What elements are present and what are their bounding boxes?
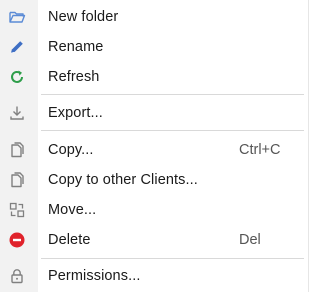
menu-separator <box>41 130 304 131</box>
menu-item-refresh[interactable]: Refresh <box>0 63 308 91</box>
menu-item-label: Export... <box>48 105 103 121</box>
menu-item-label: Refresh <box>48 69 100 85</box>
shortcut-label: Ctrl+C <box>239 142 281 158</box>
menu-item-permissions[interactable]: Permissions... <box>0 262 308 290</box>
pencil-icon <box>8 38 26 56</box>
menu-item-rename[interactable]: Rename <box>0 33 308 61</box>
download-icon <box>8 104 26 122</box>
menu-item-label: New folder <box>48 9 119 25</box>
menu-item-delete[interactable]: Delete Del <box>0 226 308 254</box>
shortcut-label: Del <box>239 232 261 248</box>
folder-open-icon <box>8 8 26 26</box>
menu-item-new-folder[interactable]: New folder <box>0 3 308 31</box>
menu-separator <box>41 258 304 259</box>
delete-icon <box>8 231 26 249</box>
menu-separator <box>41 94 304 95</box>
menu-item-export[interactable]: Export... <box>0 99 308 127</box>
menu-item-copy[interactable]: Copy... Ctrl+C <box>0 136 308 164</box>
menu-item-label: Move... <box>48 202 97 218</box>
context-menu: New folder Rename Refresh Export... Copy… <box>0 0 309 292</box>
menu-item-label: Delete <box>48 232 91 248</box>
refresh-icon <box>8 68 26 86</box>
menu-item-label: Copy to other Clients... <box>48 172 198 188</box>
menu-item-label: Permissions... <box>48 268 141 284</box>
menu-item-label: Copy... <box>48 142 94 158</box>
move-icon <box>8 201 26 219</box>
copy-icon <box>8 141 26 159</box>
lock-icon <box>8 267 26 285</box>
menu-item-copy-to-other-clients[interactable]: Copy to other Clients... <box>0 166 308 194</box>
menu-item-label: Rename <box>48 39 104 55</box>
copy-icon <box>8 171 26 189</box>
menu-item-move[interactable]: Move... <box>0 196 308 224</box>
